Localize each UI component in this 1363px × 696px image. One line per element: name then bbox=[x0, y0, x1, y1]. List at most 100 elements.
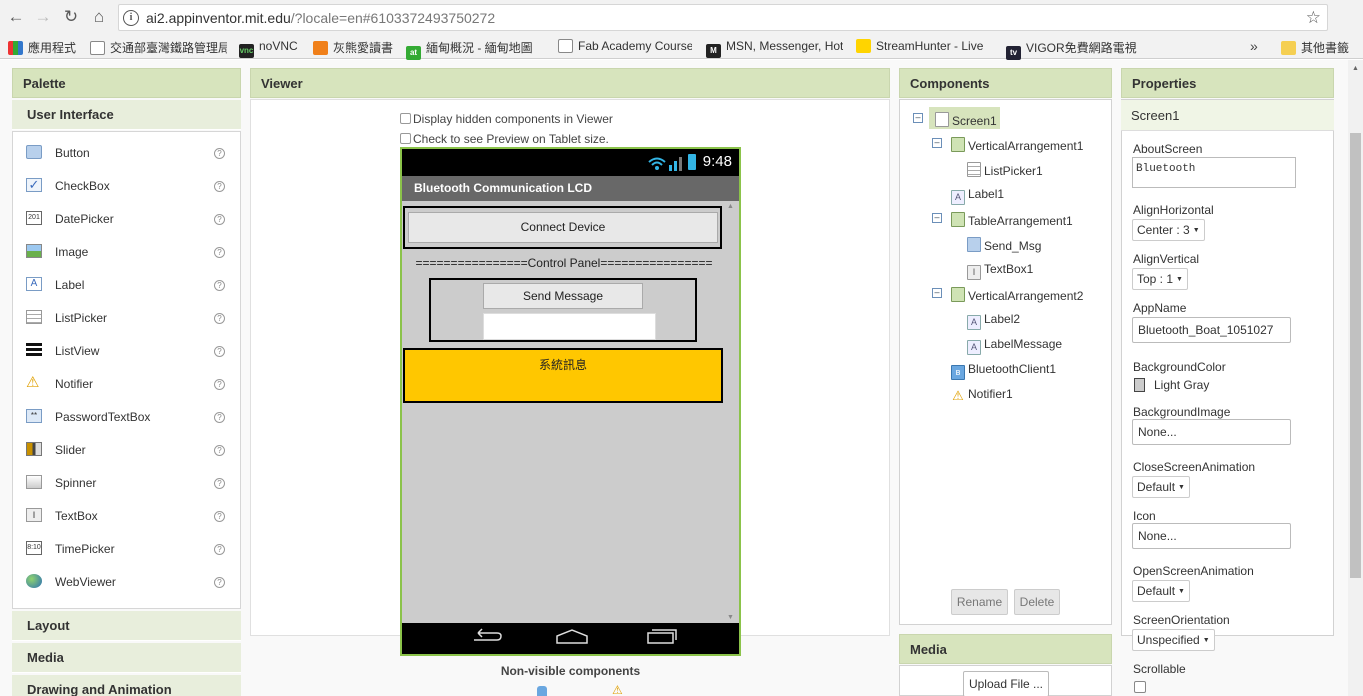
info-icon[interactable]: i bbox=[123, 10, 139, 26]
palette-item-listview[interactable]: ListView ? bbox=[13, 334, 240, 367]
bookmark-item[interactable]: tv VIGOR免費網路電視 bbox=[1006, 39, 1142, 60]
message-textbox[interactable] bbox=[483, 313, 656, 340]
tree-node-verticalarrangement1[interactable]: – VerticalArrangement1 bbox=[932, 137, 1083, 153]
help-icon[interactable]: ? bbox=[214, 148, 225, 159]
bookmark-item[interactable]: 交通部臺灣鐵路管理局 bbox=[90, 39, 227, 56]
collapse-icon[interactable]: – bbox=[913, 113, 923, 123]
palette-item-listpicker[interactable]: ListPicker ? bbox=[13, 301, 240, 334]
tree-node-label2[interactable]: A Label2 bbox=[967, 312, 1020, 330]
bookmark-apps[interactable]: 應用程式 bbox=[8, 39, 80, 56]
tree-node-label1[interactable]: A Label1 bbox=[951, 187, 1004, 205]
hidden-components-checkbox[interactable] bbox=[400, 113, 411, 124]
tree-node-textbox1[interactable]: I TextBox1 bbox=[967, 262, 1033, 280]
help-icon[interactable]: ? bbox=[214, 478, 225, 489]
tree-node-bluetoothclient1[interactable]: ʙ BluetoothClient1 bbox=[951, 362, 1056, 380]
palette-item-notifier[interactable]: ⚠ Notifier ? bbox=[13, 367, 240, 400]
scroll-up-icon[interactable]: ▲ bbox=[727, 203, 734, 210]
help-icon[interactable]: ? bbox=[214, 280, 225, 291]
align-horizontal-dropdown[interactable]: Center : 3 ▼ bbox=[1132, 219, 1205, 241]
about-screen-textarea[interactable]: Bluetooth bbox=[1132, 157, 1296, 188]
collapse-icon[interactable]: – bbox=[932, 138, 942, 148]
bookmark-item[interactable]: StreamHunter - Live bbox=[856, 39, 990, 53]
help-icon[interactable]: ? bbox=[214, 313, 225, 324]
align-vertical-dropdown[interactable]: Top : 1 ▼ bbox=[1132, 268, 1188, 290]
send-message-button[interactable]: Send Message bbox=[483, 283, 643, 309]
tree-node-verticalarrangement2[interactable]: – VerticalArrangement2 bbox=[932, 287, 1083, 303]
palette-category-user-interface[interactable]: User Interface bbox=[12, 100, 241, 130]
rename-button[interactable]: Rename bbox=[951, 589, 1008, 615]
app-name-input[interactable]: Bluetooth_Boat_1051027 bbox=[1132, 317, 1291, 343]
help-icon[interactable]: ? bbox=[214, 214, 225, 225]
home-icon[interactable]: ⌂ bbox=[88, 6, 110, 28]
back-icon[interactable]: ← bbox=[5, 6, 27, 28]
tree-node-screen1[interactable]: – Screen1 bbox=[913, 112, 997, 128]
screen1-canvas[interactable]: Connect Device ================Control P… bbox=[402, 201, 739, 623]
control-panel-label[interactable]: ================Control Panel===========… bbox=[405, 256, 723, 270]
help-icon[interactable]: ? bbox=[214, 346, 225, 357]
palette-item-webviewer[interactable]: WebViewer ? bbox=[13, 565, 240, 598]
bookmark-item[interactable]: at 緬甸概況 - 緬甸地圖 bbox=[406, 39, 544, 60]
upload-file-button[interactable]: Upload File ... bbox=[963, 671, 1049, 696]
screen-orientation-dropdown[interactable]: Unspecified ▼ bbox=[1132, 629, 1215, 651]
background-color-value[interactable]: Light Gray bbox=[1154, 378, 1209, 392]
label-message[interactable]: 系統訊息 bbox=[403, 348, 723, 403]
close-screen-animation-dropdown[interactable]: Default ▼ bbox=[1132, 476, 1190, 498]
help-icon[interactable]: ? bbox=[214, 247, 225, 258]
help-icon[interactable]: ? bbox=[214, 445, 225, 456]
icon-picker[interactable]: None... bbox=[1132, 523, 1291, 549]
bookmark-folder-other[interactable]: 其他書籤 bbox=[1281, 39, 1363, 56]
scrollable-checkbox[interactable] bbox=[1134, 681, 1146, 693]
url-text[interactable]: ai2.appinventor.mit.edu/?locale=en#61033… bbox=[146, 10, 495, 26]
tablet-preview-checkbox[interactable] bbox=[400, 133, 411, 144]
page-scrollbar[interactable]: ▲ bbox=[1348, 60, 1363, 696]
bookmark-item[interactable]: vnc noVNC bbox=[239, 39, 305, 58]
help-icon[interactable]: ? bbox=[214, 181, 225, 192]
color-swatch[interactable] bbox=[1134, 378, 1145, 392]
bookmark-star-icon[interactable]: ☆ bbox=[1306, 8, 1321, 28]
bookmark-item[interactable]: 灰熊愛讀書 bbox=[313, 39, 397, 56]
palette-item-textbox[interactable]: I TextBox ? bbox=[13, 499, 240, 532]
background-image-picker[interactable]: None... bbox=[1132, 419, 1291, 445]
notifier-icon[interactable]: ⚠ bbox=[612, 684, 623, 696]
palette-item-datepicker[interactable]: 201 DatePicker ? bbox=[13, 202, 240, 235]
palette-item-slider[interactable]: Slider ? bbox=[13, 433, 240, 466]
palette-item-image[interactable]: Image ? bbox=[13, 235, 240, 268]
help-icon[interactable]: ? bbox=[214, 544, 225, 555]
palette-item-label[interactable]: A Label ? bbox=[13, 268, 240, 301]
address-bar[interactable]: i ai2.appinventor.mit.edu/?locale=en#610… bbox=[118, 4, 1328, 31]
palette-item-passwordtextbox[interactable]: ** PasswordTextBox ? bbox=[13, 400, 240, 433]
bookmark-item[interactable]: M MSN, Messenger, Hotmail bbox=[706, 39, 843, 58]
palette-category-drawing[interactable]: Drawing and Animation bbox=[12, 675, 241, 696]
table-arrangement-1[interactable]: Send Message bbox=[429, 278, 697, 342]
tree-node-listpicker1[interactable]: ListPicker1 bbox=[967, 162, 1043, 178]
forward-icon[interactable]: → bbox=[32, 6, 54, 28]
open-screen-animation-dropdown[interactable]: Default ▼ bbox=[1132, 580, 1190, 602]
help-icon[interactable]: ? bbox=[214, 412, 225, 423]
tree-node-labelmessage[interactable]: A LabelMessage bbox=[967, 337, 1062, 355]
more-bookmarks-icon[interactable]: » bbox=[1250, 38, 1258, 54]
tree-node-tablearrangement1[interactable]: – TableArrangement1 bbox=[932, 212, 1073, 228]
palette-item-checkbox[interactable]: ✓ CheckBox ? bbox=[13, 169, 240, 202]
delete-button[interactable]: Delete bbox=[1014, 589, 1060, 615]
hidden-components-option[interactable]: Display hidden components in Viewer bbox=[400, 112, 613, 126]
connect-device-button[interactable]: Connect Device bbox=[408, 212, 718, 243]
reload-icon[interactable]: ↻ bbox=[60, 6, 82, 28]
tree-node-send-msg[interactable]: Send_Msg bbox=[967, 237, 1041, 253]
phone-scrollbar[interactable]: ▲ ▼ bbox=[725, 201, 737, 623]
palette-item-timepicker[interactable]: 8:10 TimePicker ? bbox=[13, 532, 240, 565]
vertical-arrangement-1[interactable]: Connect Device bbox=[403, 206, 722, 249]
palette-item-button[interactable]: Button ? bbox=[13, 136, 240, 169]
collapse-icon[interactable]: – bbox=[932, 288, 942, 298]
help-icon[interactable]: ? bbox=[214, 577, 225, 588]
tree-node-notifier1[interactable]: ⚠ Notifier1 bbox=[951, 387, 1013, 404]
bluetooth-icon[interactable] bbox=[537, 686, 547, 696]
bookmark-item[interactable]: Fab Academy Course bbox=[558, 39, 692, 53]
help-icon[interactable]: ? bbox=[214, 511, 225, 522]
palette-category-media[interactable]: Media bbox=[12, 643, 241, 673]
scroll-up-icon[interactable]: ▲ bbox=[1352, 65, 1359, 72]
help-icon[interactable]: ? bbox=[214, 379, 225, 390]
palette-item-spinner[interactable]: Spinner ? bbox=[13, 466, 240, 499]
palette-category-layout[interactable]: Layout bbox=[12, 611, 241, 641]
collapse-icon[interactable]: – bbox=[932, 213, 942, 223]
scroll-down-icon[interactable]: ▼ bbox=[727, 614, 734, 621]
